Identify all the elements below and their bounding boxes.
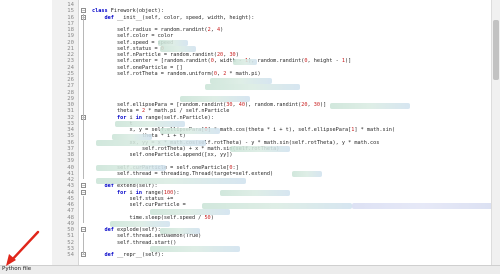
annotation-arrow-icon (6, 230, 40, 266)
